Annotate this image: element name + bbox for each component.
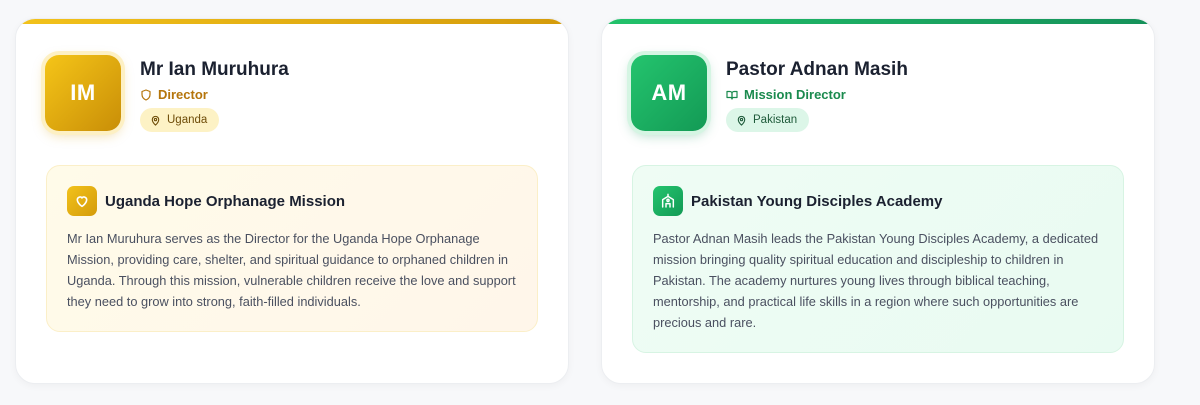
school-icon bbox=[653, 186, 683, 216]
location-label: Pakistan bbox=[753, 114, 798, 126]
card-accent-bar bbox=[602, 19, 1154, 24]
role-label: Mission Director bbox=[744, 87, 846, 102]
leader-role: Mission Director bbox=[726, 87, 846, 102]
map-pin-icon bbox=[737, 115, 746, 126]
heart-icon bbox=[67, 186, 97, 216]
location-badge: Pakistan bbox=[726, 108, 810, 132]
map-pin-icon bbox=[151, 115, 160, 126]
mission-description: Mr Ian Muruhura serves as the Director f… bbox=[67, 231, 516, 309]
avatar: AM bbox=[631, 55, 707, 131]
mission-title: Uganda Hope Orphanage Mission bbox=[105, 192, 346, 210]
mission-panel: Pakistan Young Disciples Academy Pastor … bbox=[632, 165, 1124, 353]
mission-description: Pastor Adnan Masih leads the Pakistan Yo… bbox=[653, 231, 1099, 330]
location-label: Uganda bbox=[167, 114, 208, 126]
leader-card: AM Pastor Adnan Masih Mission Director P… bbox=[601, 18, 1155, 384]
leader-role: Director bbox=[140, 87, 208, 102]
avatar: IM bbox=[45, 55, 121, 131]
card-accent-bar bbox=[16, 19, 568, 24]
leader-card: IM Mr Ian Muruhura Director Uganda Ugand… bbox=[15, 18, 569, 384]
mission-title: Pakistan Young Disciples Academy bbox=[691, 192, 943, 210]
location-badge: Uganda bbox=[140, 108, 220, 132]
book-open-icon bbox=[726, 90, 738, 100]
shield-icon bbox=[141, 88, 151, 101]
leader-name: Pastor Adnan Masih bbox=[726, 59, 908, 80]
leader-name: Mr Ian Muruhura bbox=[140, 59, 289, 80]
mission-panel: Uganda Hope Orphanage Mission Mr Ian Mur… bbox=[46, 165, 538, 332]
role-label: Director bbox=[158, 87, 208, 102]
